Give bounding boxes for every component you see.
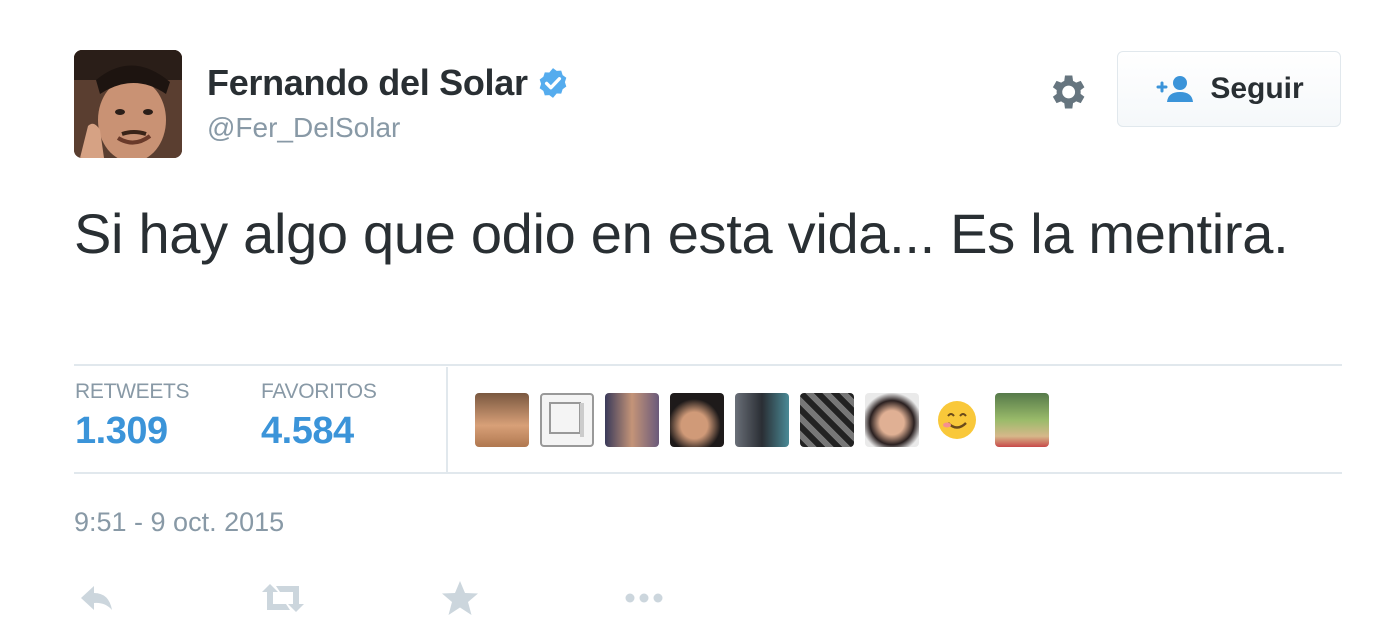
tweet-timestamp[interactable]: 9:51 - 9 oct. 2015	[74, 507, 284, 538]
reply-icon	[81, 586, 112, 610]
favoriter-avatar[interactable]	[605, 393, 659, 447]
gear-icon	[1052, 75, 1085, 109]
favorites-count: 4.584	[261, 410, 354, 452]
user-handle[interactable]: @Fer_DelSolar	[207, 112, 400, 144]
profile-avatar[interactable]	[74, 50, 182, 158]
retweets-stat[interactable]: RETWEETS 1.309	[75, 380, 190, 453]
retweet-icon	[262, 584, 304, 612]
favorited-by-avatars	[475, 393, 1049, 447]
reply-button[interactable]	[77, 578, 121, 618]
favoriter-avatar[interactable]	[475, 393, 529, 447]
smiley-emoji-icon	[938, 401, 976, 439]
verified-badge-icon	[539, 68, 566, 98]
settings-gear-button[interactable]	[1045, 70, 1089, 114]
profile-photo-icon	[74, 50, 182, 158]
follow-button[interactable]: Seguir	[1117, 51, 1341, 127]
placeholder-image-icon	[549, 402, 584, 437]
favoriter-avatar[interactable]	[800, 393, 854, 447]
stats-top-divider	[74, 364, 1342, 366]
favoriter-avatar[interactable]	[540, 393, 594, 447]
favoriter-avatar[interactable]	[735, 393, 789, 447]
stats-bottom-divider	[74, 472, 1342, 474]
tweet-text: Si hay algo que odio en esta vida... Es …	[74, 202, 1289, 265]
retweets-count: 1.309	[75, 410, 168, 452]
display-name[interactable]: Fernando del Solar	[207, 62, 528, 104]
favorite-button[interactable]	[440, 578, 484, 618]
more-button[interactable]	[622, 578, 666, 618]
more-icon	[625, 593, 663, 603]
favorites-label: FAVORITOS	[261, 380, 377, 403]
favorites-stat[interactable]: FAVORITOS 4.584	[261, 380, 377, 453]
stats-vertical-divider	[446, 367, 448, 473]
retweet-button[interactable]	[260, 578, 304, 618]
favoriter-avatar[interactable]	[930, 393, 984, 447]
favoriter-avatar[interactable]	[995, 393, 1049, 447]
retweets-label: RETWEETS	[75, 380, 190, 403]
follow-button-label: Seguir	[1210, 72, 1304, 105]
favoriter-avatar[interactable]	[865, 393, 919, 447]
add-user-icon	[1156, 76, 1194, 102]
favoriter-avatar[interactable]	[670, 393, 724, 447]
favorite-icon	[442, 581, 478, 615]
